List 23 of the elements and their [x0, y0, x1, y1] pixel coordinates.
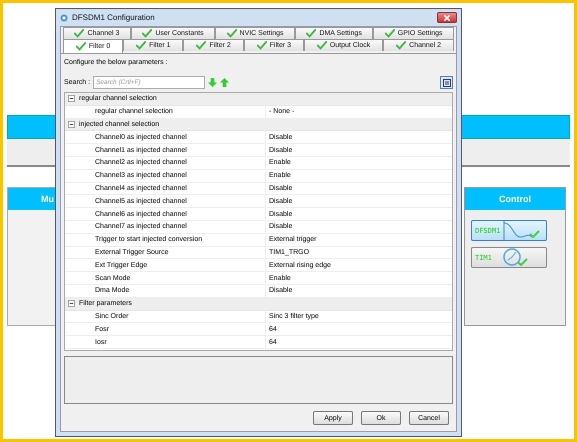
panel-header: Mu: [8, 188, 56, 210]
check-icon: [74, 29, 84, 38]
check-icon: [142, 29, 152, 38]
close-button[interactable]: [437, 12, 457, 23]
collapse-icon[interactable]: [68, 120, 75, 128]
check-icon: [306, 29, 316, 38]
collapse-icon[interactable]: [68, 300, 75, 308]
check-icon: [136, 41, 146, 50]
check-icon: [256, 41, 267, 50]
check-icon: [196, 41, 206, 50]
filter-curve-icon: [502, 221, 542, 240]
check-icon: [384, 29, 395, 38]
view-toggle-button[interactable]: [440, 76, 453, 89]
check-icon: [316, 41, 327, 50]
collapse-icon[interactable]: [68, 95, 75, 102]
panel-header: Control: [465, 188, 565, 210]
window-title: DFSDM1 Configuration: [72, 13, 156, 22]
check-icon: [76, 42, 86, 51]
list-view-icon: [442, 78, 450, 86]
close-icon: [444, 14, 450, 20]
check-icon: [226, 29, 237, 38]
app-icon: [60, 14, 68, 22]
check-icon: [396, 41, 406, 50]
